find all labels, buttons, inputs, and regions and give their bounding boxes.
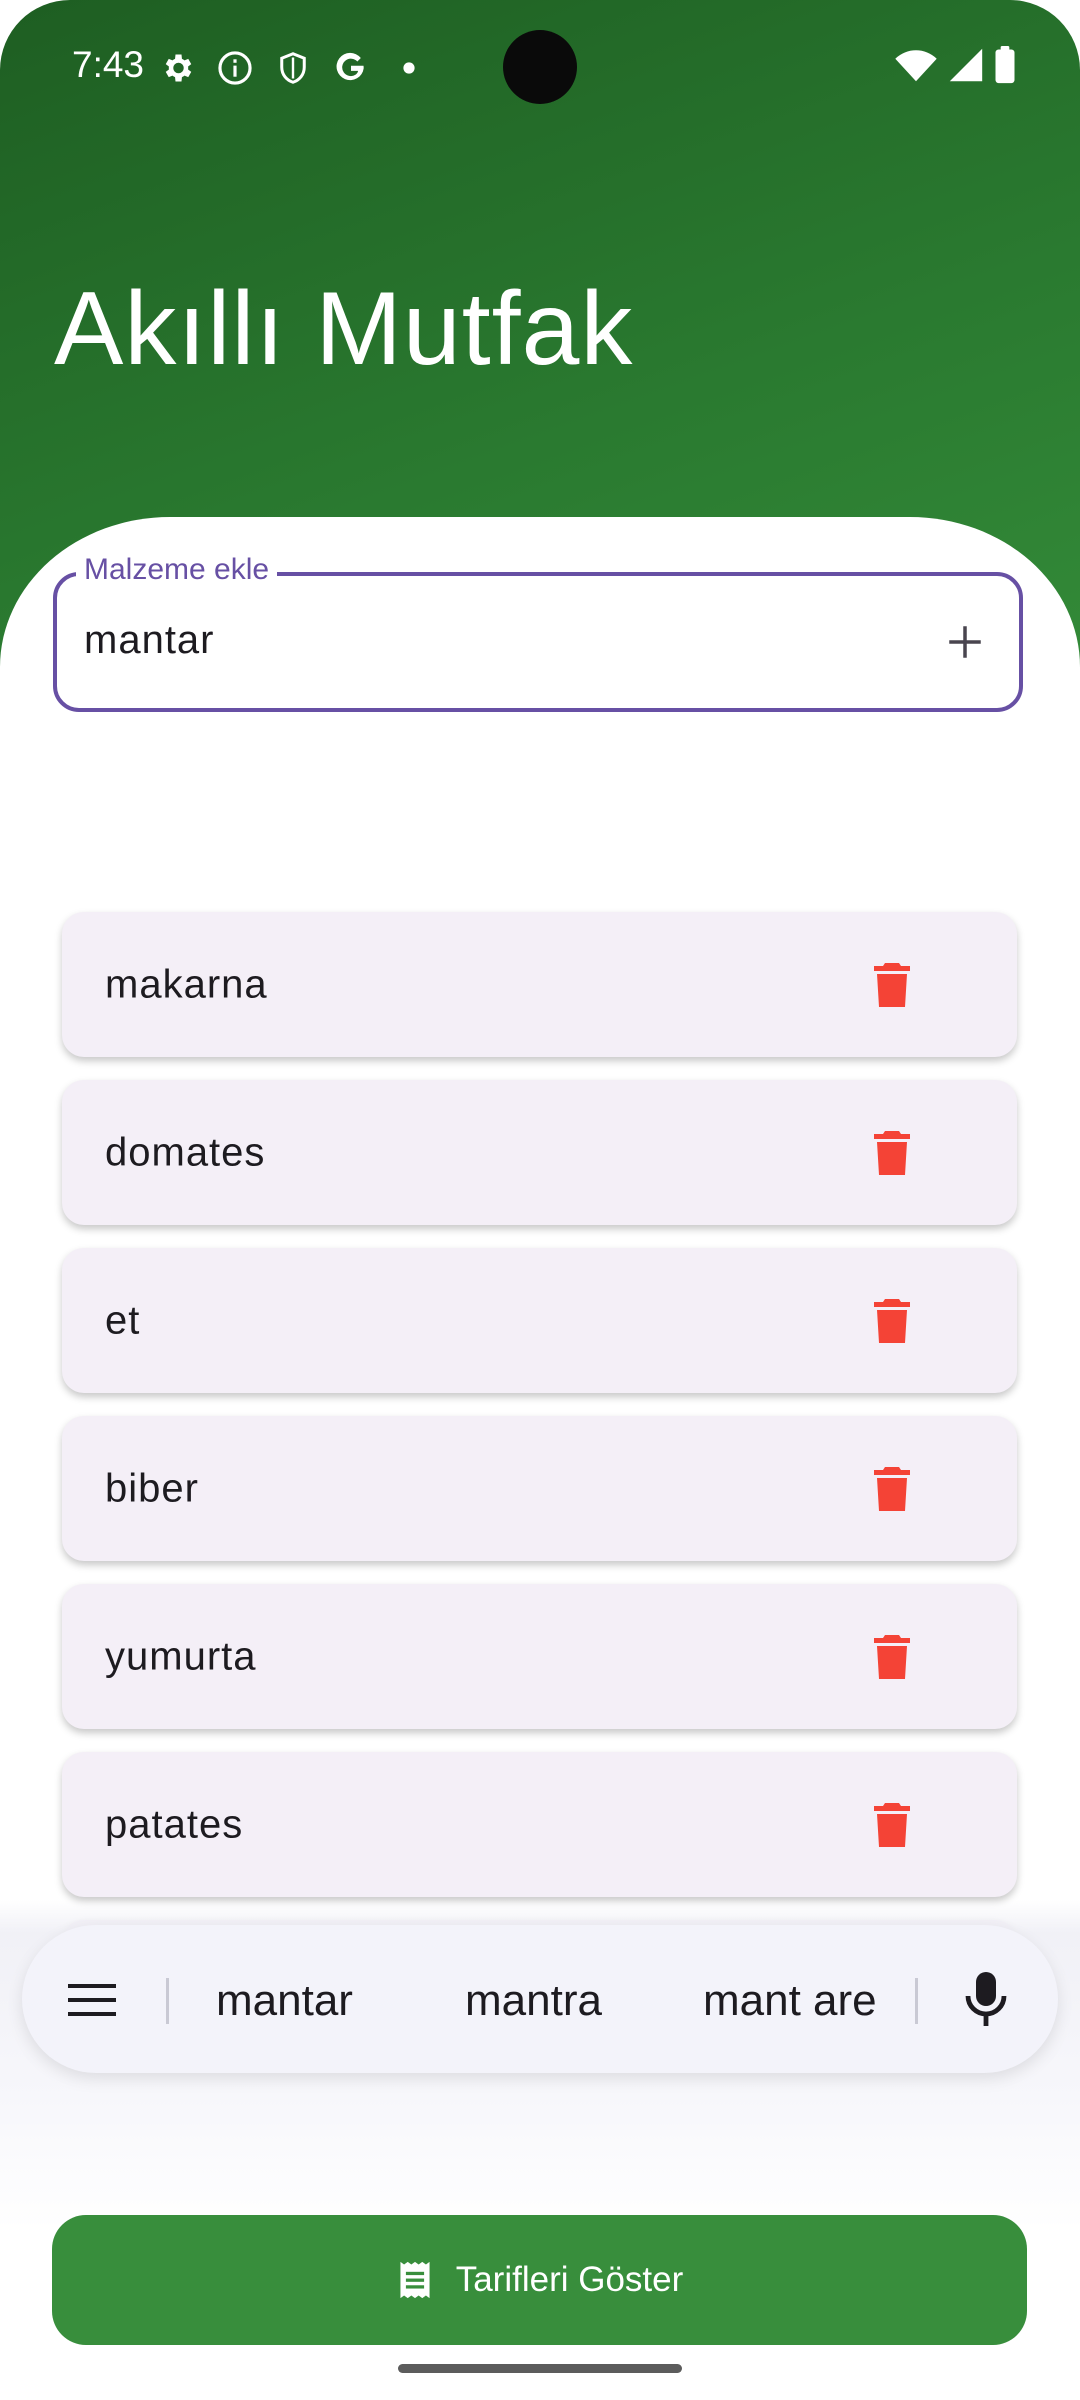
show-recipes-label: Tarifleri Göster bbox=[455, 2260, 684, 2299]
info-icon bbox=[213, 46, 257, 90]
camera-cutout bbox=[503, 30, 577, 104]
ingredient-card: yumurta bbox=[62, 1584, 1017, 1729]
ingredient-name: makarna bbox=[105, 962, 268, 1006]
google-icon bbox=[329, 46, 373, 90]
home-indicator[interactable] bbox=[398, 2364, 682, 2373]
app-title: Akıllı Mutfak bbox=[54, 271, 634, 387]
ingredient-name: et bbox=[105, 1298, 141, 1342]
suggestion-word[interactable]: mantra bbox=[465, 1976, 602, 2026]
microphone-icon[interactable] bbox=[962, 1970, 1010, 2030]
ingredient-name: yumurta bbox=[105, 1634, 257, 1678]
delete-ingredient-button[interactable] bbox=[867, 1632, 917, 1682]
delete-ingredient-button[interactable] bbox=[867, 1464, 917, 1514]
ingredient-card: biber bbox=[62, 1416, 1017, 1561]
trash-icon bbox=[874, 1635, 910, 1679]
dot-icon bbox=[387, 46, 431, 90]
plus-icon bbox=[949, 626, 981, 658]
delete-ingredient-button[interactable] bbox=[867, 1128, 917, 1178]
ingredient-name: biber bbox=[105, 1466, 199, 1510]
delete-ingredient-button[interactable] bbox=[867, 1800, 917, 1850]
ingredient-card: patates bbox=[62, 1752, 1017, 1897]
delete-ingredient-button[interactable] bbox=[867, 1296, 917, 1346]
trash-icon bbox=[874, 1299, 910, 1343]
add-ingredient-button[interactable] bbox=[935, 612, 995, 672]
status-time: 7:43 bbox=[72, 44, 145, 85]
trash-icon bbox=[874, 1467, 910, 1511]
keyboard-menu-icon[interactable] bbox=[66, 1982, 120, 2018]
ingredient-name: domates bbox=[105, 1130, 266, 1174]
app-screen: 7:43 Akıllı Mutfak Malzeme ekle mantar m… bbox=[0, 0, 1080, 2400]
ingredient-card: makarna bbox=[62, 912, 1017, 1057]
ingredient-card: et bbox=[62, 1248, 1017, 1393]
ingredient-card: domates bbox=[62, 1080, 1017, 1225]
signal-icon bbox=[948, 47, 984, 88]
ingredient-input-value[interactable]: mantar bbox=[84, 618, 215, 663]
wifi-icon bbox=[894, 47, 938, 88]
suggestion-divider bbox=[915, 1978, 918, 2024]
ingredient-input-label: Malzeme ekle bbox=[76, 553, 278, 587]
suggestion-word[interactable]: mantar bbox=[216, 1976, 353, 2026]
delete-ingredient-button[interactable] bbox=[867, 960, 917, 1010]
status-bar: 7:43 bbox=[0, 0, 1080, 130]
suggestion-divider bbox=[166, 1978, 169, 2024]
suggestion-word[interactable]: mant are bbox=[703, 1976, 877, 2026]
trash-icon bbox=[874, 1131, 910, 1175]
battery-icon bbox=[994, 46, 1016, 89]
trash-icon bbox=[874, 1803, 910, 1847]
ingredient-name: patates bbox=[105, 1802, 244, 1846]
trash-icon bbox=[874, 963, 910, 1007]
show-recipes-button[interactable]: Tarifleri Göster bbox=[52, 2215, 1027, 2345]
receipt-icon bbox=[400, 2261, 430, 2299]
settings-icon bbox=[155, 46, 199, 90]
shield-icon bbox=[271, 46, 315, 90]
